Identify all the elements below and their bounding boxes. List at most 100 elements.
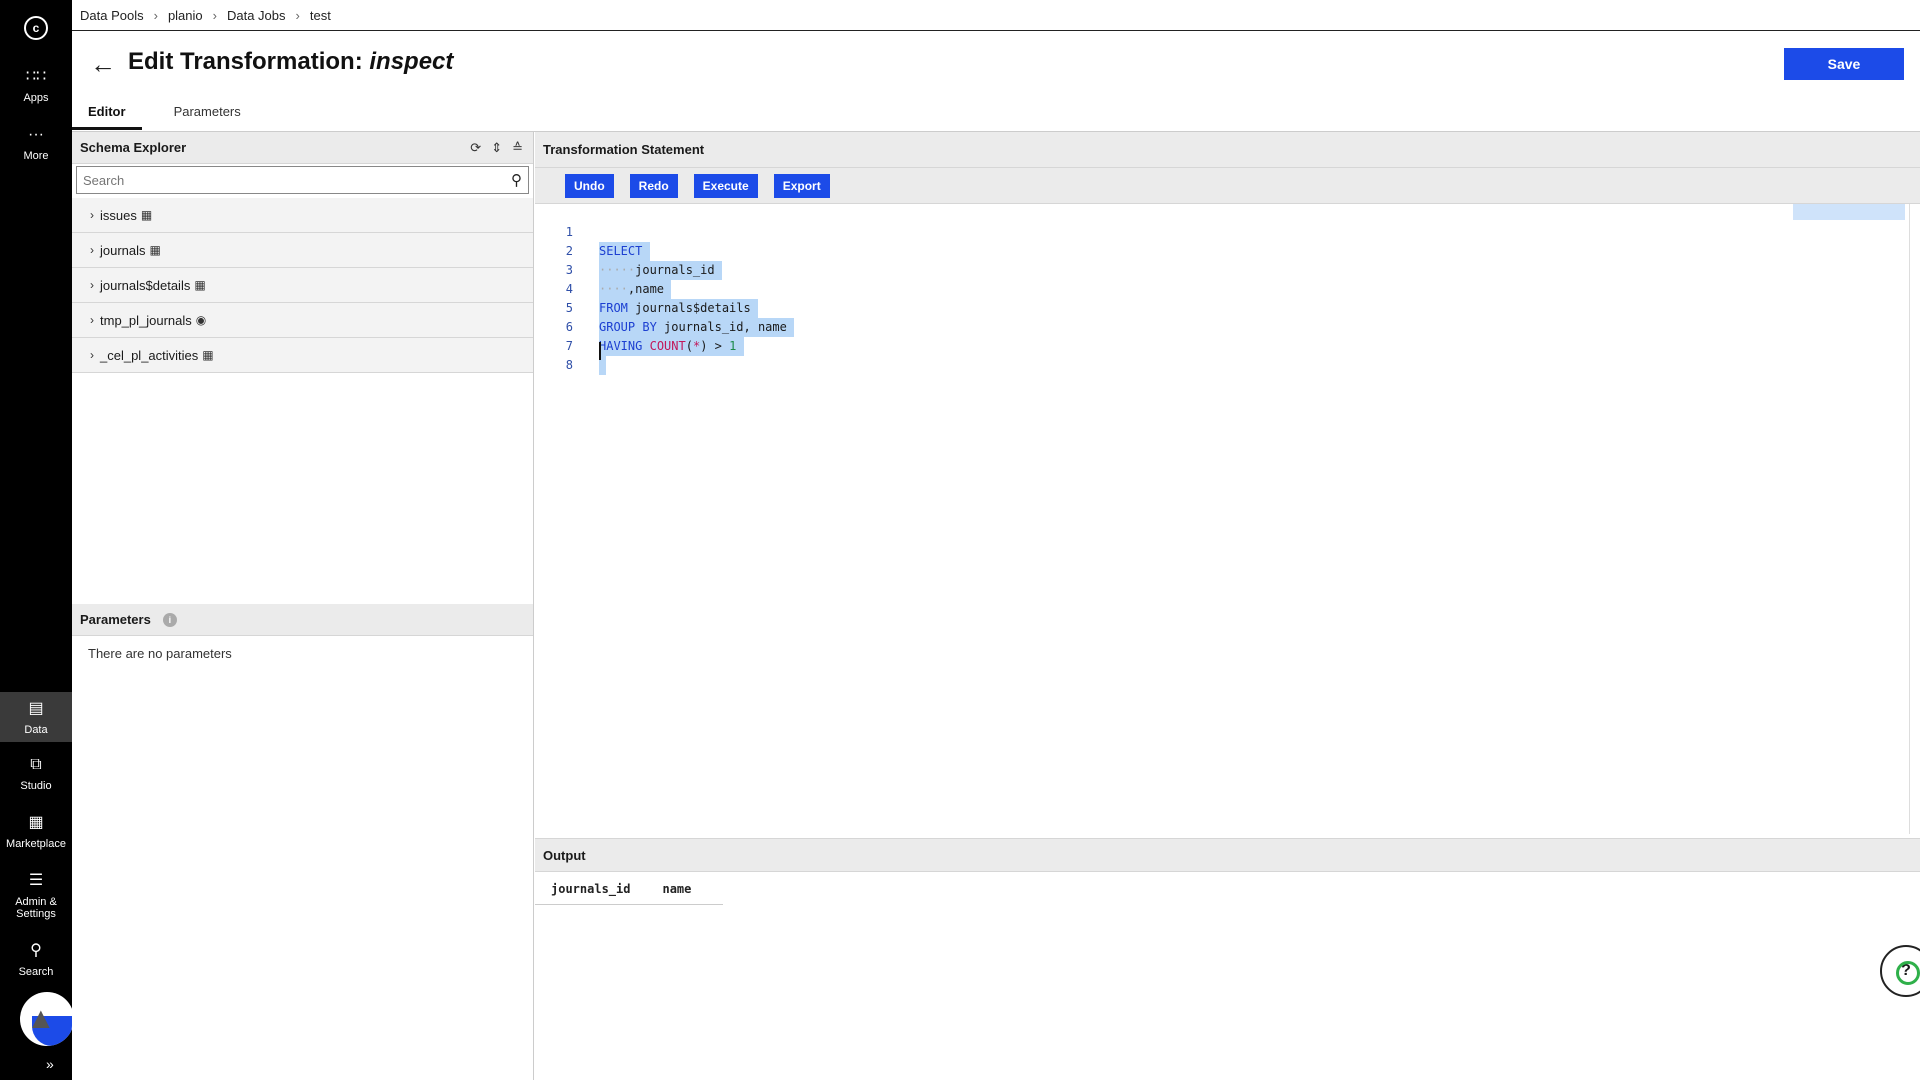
code-line: 8 <box>535 337 578 372</box>
code-line: 3 ····,name <box>535 242 672 299</box>
rail-label: Search <box>18 966 54 978</box>
rail-data[interactable]: ▤ Data <box>0 692 72 742</box>
code-line: 1 SELECT <box>535 204 650 261</box>
help-ring-icon <box>1896 961 1920 985</box>
divider <box>72 30 1920 31</box>
schema-search-input[interactable] <box>83 172 511 188</box>
transformation-title: Transformation Statement <box>543 142 705 157</box>
data-icon: ▤ <box>28 700 44 717</box>
rail-label: More <box>23 150 49 162</box>
transformation-pane: Transformation Statement Undo Redo Execu… <box>535 132 1920 1080</box>
line-number: 8 <box>565 358 573 372</box>
chevron-right-icon[interactable]: › <box>90 348 94 362</box>
rail-more[interactable]: ··· More <box>0 124 72 162</box>
tab-parameters[interactable]: Parameters <box>158 100 257 130</box>
tree-item-label: journals <box>100 242 146 258</box>
code-editor[interactable]: 1 SELECT 2 ·····journals_id 3 ····,name … <box>535 204 1920 834</box>
rail-label: Studio <box>20 780 52 792</box>
redo-button[interactable]: Redo <box>629 173 678 198</box>
transformation-header: Transformation Statement <box>535 132 1920 168</box>
chevron-right-icon[interactable]: › <box>90 313 94 327</box>
marketplace-icon: ▦ <box>28 814 44 831</box>
tree-item[interactable]: › journals ▦ <box>72 233 533 268</box>
logo-icon[interactable]: c <box>24 16 48 40</box>
table-icon: ▦ <box>194 278 206 292</box>
schema-explorer-title: Schema Explorer <box>80 140 187 155</box>
tree-item[interactable]: › _cel_pl_activities ▦ <box>72 338 533 373</box>
tree-item[interactable]: › issues ▦ <box>72 198 533 233</box>
title-prefix: Edit Transformation: <box>128 48 363 75</box>
info-icon[interactable]: i <box>162 612 177 627</box>
save-button[interactable]: Save <box>1784 48 1904 80</box>
chevron-right-icon: › <box>295 8 300 23</box>
title-name: inspect <box>369 48 454 75</box>
editor-minimap[interactable] <box>1793 204 1905 220</box>
schema-tools: ⟳ ⇕ ≙ <box>470 140 533 156</box>
expand-rail-icon[interactable]: » <box>46 1056 54 1072</box>
rail-apps[interactable]: ∷∷ Apps <box>0 66 72 104</box>
parameters-empty-text: There are no parameters <box>88 646 232 661</box>
graduation-cap-icon: ▲ <box>20 992 74 1046</box>
execute-button[interactable]: Execute <box>693 173 758 198</box>
schema-explorer-pane: Schema Explorer ⟳ ⇕ ≙ ⚲ › issues ▦ › jou… <box>72 132 534 1080</box>
tree-item-label: issues <box>100 207 137 223</box>
studio-icon: ⧉ <box>30 756 42 773</box>
rail-marketplace[interactable]: ▦ Marketplace <box>0 812 72 850</box>
back-arrow-icon[interactable]: ← <box>90 50 116 78</box>
parameters-header: Parameters i <box>72 604 533 636</box>
code-text: FROM journals$details <box>599 299 758 318</box>
editor-scrollbar[interactable] <box>1909 204 1910 834</box>
parameters-section: Parameters i There are no parameters <box>72 604 533 671</box>
rail-admin[interactable]: ☰ Admin & Settings <box>0 870 72 920</box>
table-icon: ▦ <box>140 208 153 222</box>
app-rail: c ∷∷ Apps ··· More ▤ Data ⧉ Studio ▦ Mar… <box>0 0 92 1080</box>
rail-label: Marketplace <box>6 838 66 850</box>
refresh-icon[interactable]: ⟳ <box>470 140 481 156</box>
chevron-right-icon[interactable]: › <box>90 278 94 292</box>
code-text: SELECT <box>599 242 650 261</box>
apps-grid-icon: ∷∷ <box>25 68 47 85</box>
search-icon[interactable]: ⚲ <box>511 171 522 189</box>
collapse-all-icon[interactable]: ≙ <box>512 140 523 156</box>
rail-search[interactable]: ⚲ Search <box>0 940 72 978</box>
code-line: 2 ·····journals_id <box>535 223 722 280</box>
tree-item[interactable]: › tmp_pl_journals ◉ <box>72 303 533 338</box>
sliders-icon: ☰ <box>28 872 44 889</box>
chevron-right-icon[interactable]: › <box>90 243 94 257</box>
search-icon: ⚲ <box>30 942 42 959</box>
chevron-right-icon: › <box>153 8 158 23</box>
rail-studio[interactable]: ⧉ Studio <box>0 754 72 792</box>
code-line: 4 FROM journals$details <box>535 261 758 318</box>
table-icon: ▦ <box>149 243 161 257</box>
tree-item-label: tmp_pl_journals <box>100 312 192 328</box>
undo-button[interactable]: Undo <box>565 173 614 198</box>
tab-editor[interactable]: Editor <box>72 100 142 130</box>
output-title: Output <box>543 847 586 863</box>
output-table-header: journals_id name <box>535 874 724 905</box>
code-text: ····,name <box>599 280 672 299</box>
breadcrumb-item[interactable]: Data Pools <box>80 8 144 23</box>
breadcrumb: Data Pools › planio › Data Jobs › test <box>80 8 331 23</box>
breadcrumb-item[interactable]: planio <box>168 8 203 23</box>
schema-tree: › issues ▦ › journals ▦ › journals$detai… <box>72 198 533 373</box>
rail-label: Data <box>24 724 48 736</box>
code-text: ·····journals_id <box>599 261 722 280</box>
page-title: Edit Transformation: inspect <box>128 48 453 76</box>
code-line: 5 GROUP BY journals_id, name <box>535 280 795 337</box>
text-caret <box>599 342 601 360</box>
tree-item[interactable]: › journals$details ▦ <box>72 268 533 303</box>
tree-item-label: _cel_pl_activities <box>100 347 199 363</box>
breadcrumb-item[interactable]: Data Jobs <box>227 8 286 23</box>
output-header: Output <box>535 838 1920 872</box>
export-button[interactable]: Export <box>773 173 830 198</box>
rail-label: Apps <box>23 92 49 104</box>
column-header[interactable]: name <box>662 882 691 896</box>
expand-all-icon[interactable]: ⇕ <box>491 140 502 156</box>
chevron-right-icon: › <box>212 8 217 23</box>
schema-explorer-header: Schema Explorer ⟳ ⇕ ≙ <box>72 132 533 164</box>
chevron-right-icon[interactable]: › <box>90 208 94 222</box>
view-eye-icon: ◉ <box>195 313 207 327</box>
schema-search: ⚲ <box>76 166 529 194</box>
column-header[interactable]: journals_id <box>551 882 630 896</box>
tab-bar: Editor Parameters <box>72 100 273 130</box>
